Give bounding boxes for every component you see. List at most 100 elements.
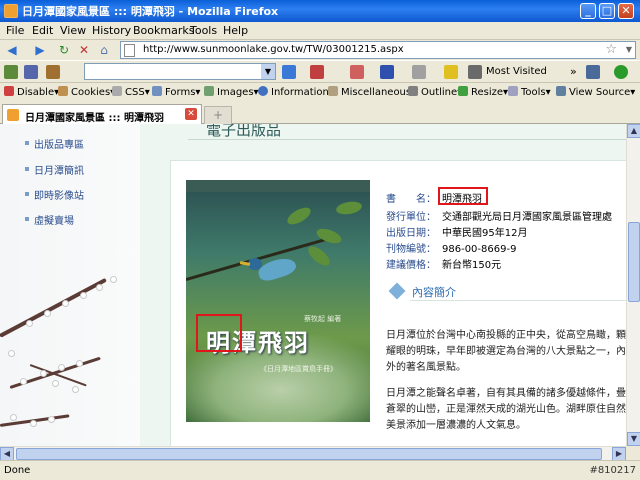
- title-bar: 日月潭國家風景區 ::: 明潭飛羽 - Mozilla Firefox _ □ …: [0, 0, 640, 22]
- reload-icon[interactable]: ↻: [56, 42, 72, 58]
- info-row-date: 出版日期： 中華民國95年12月: [386, 228, 528, 239]
- wrench-icon[interactable]: [586, 65, 600, 79]
- menu-tools[interactable]: Tools: [190, 24, 217, 37]
- address-bar[interactable]: http://www.sunmoonlake.gov.tw/TW/0300121…: [120, 41, 636, 59]
- outline-icon: [408, 86, 418, 96]
- addon-icon[interactable]: [4, 65, 18, 79]
- images-icon: [204, 86, 214, 96]
- cover-subtitle: 《日月潭地區賞鳥手冊》: [260, 365, 337, 373]
- view-source-menu[interactable]: View Source▾: [556, 86, 635, 98]
- most-visited-link[interactable]: Most Visited: [486, 66, 547, 77]
- cover-highlight-box: [196, 314, 242, 352]
- sidebar-item-live-camera[interactable]: 即時影像站: [25, 187, 84, 202]
- notebook-icon[interactable]: [24, 65, 38, 79]
- cookie-icon: [58, 86, 68, 96]
- new-tab-button[interactable]: +: [204, 106, 232, 124]
- close-button[interactable]: ✕: [618, 3, 634, 19]
- resize-icon: [458, 86, 468, 96]
- forms-icon: [152, 86, 162, 96]
- firefox-icon: [4, 4, 18, 18]
- developer-toolbar: Disable▾ Cookies▾ CSS▾ Forms▾ Images▾ In…: [0, 82, 640, 102]
- site-icon: [7, 109, 19, 121]
- maximize-button[interactable]: □: [599, 3, 615, 19]
- information-menu[interactable]: Information▾: [258, 86, 334, 98]
- stop-icon[interactable]: ✕: [76, 42, 92, 58]
- vertical-scroll-thumb[interactable]: [628, 222, 640, 302]
- forms-menu[interactable]: Forms▾: [152, 86, 200, 98]
- menu-bar: File Edit View History Bookmarks Tools H…: [0, 22, 640, 40]
- info-icon: [258, 86, 268, 96]
- star-icon[interactable]: [380, 65, 394, 79]
- scroll-corner: [626, 446, 640, 460]
- menu-history[interactable]: History: [92, 24, 131, 37]
- horizontal-scroll-thumb[interactable]: [16, 448, 602, 460]
- sidebar-item-newsletter[interactable]: 日月潭簡訊: [25, 162, 84, 177]
- watermark-id: #810217: [589, 465, 636, 476]
- url-text: http://www.sunmoonlake.gov.tw/TW/0300121…: [143, 44, 404, 55]
- most-visited-icon: [468, 65, 482, 79]
- vertical-scrollbar[interactable]: ▲ ▼: [626, 124, 640, 446]
- disable-menu[interactable]: Disable▾: [4, 86, 59, 98]
- forward-icon[interactable]: ▶: [32, 42, 48, 58]
- status-dot-icon[interactable]: [614, 65, 628, 79]
- minimize-button[interactable]: _: [580, 3, 596, 19]
- sidebar-item-virtual-store[interactable]: 虛擬賣場: [25, 212, 74, 227]
- scroll-left-icon[interactable]: ◀: [0, 447, 14, 461]
- tools-menu[interactable]: Tools▾: [508, 86, 551, 98]
- minus-icon[interactable]: [412, 65, 426, 79]
- scroll-down-icon[interactable]: ▼: [627, 432, 640, 446]
- tab-label: 日月潭國家風景區 ::: 明潭飛羽: [25, 113, 164, 124]
- title-highlight-box: [438, 187, 488, 205]
- cookies-menu[interactable]: Cookies▾: [58, 86, 115, 98]
- book-cover-image: 蔡牧起 編著 明潭飛羽 《日月潭地區賞鳥手冊》: [186, 180, 370, 422]
- info-row-price: 建議價格： 新台幣150元: [386, 260, 502, 271]
- intro-paragraph-1: 日月潭位於台灣中心南投縣的正中央，從高空鳥瞰，顆耀眼的明珠，早年即被選定為台灣的…: [386, 330, 626, 373]
- extension-icon[interactable]: [46, 65, 60, 79]
- tools-icon: [508, 86, 518, 96]
- bookmarks-toolbar: ▼ Most Visited »: [0, 60, 640, 82]
- menu-view[interactable]: View: [60, 24, 86, 37]
- status-bar: Done #810217: [0, 460, 640, 480]
- tab-bar: 日月潭國家風景區 ::: 明潭飛羽 ✕ +: [0, 102, 640, 124]
- page-icon: [124, 44, 135, 57]
- overflow-chevron[interactable]: »: [570, 65, 577, 78]
- images-menu[interactable]: Images▾: [204, 86, 259, 98]
- search-dropdown-icon[interactable]: ▼: [261, 64, 275, 79]
- navigation-toolbar: ◀ ▶ ↻ ✕ ⌂ http://www.sunmoonlake.gov.tw/…: [0, 40, 640, 60]
- menu-file[interactable]: File: [6, 24, 24, 37]
- info-row-publisher: 發行單位： 交通部觀光局日月潭國家風景區管理處: [386, 212, 612, 223]
- outline-menu[interactable]: Outline▾: [408, 86, 462, 98]
- page-content: 出版品專區 日月潭簡訊 即時影像站 虛擬賣場 電子出版品 蔡牧起 編著 明潭飛羽…: [0, 124, 626, 446]
- google-icon[interactable]: [282, 65, 296, 79]
- section-header: 電子出版品: [188, 124, 626, 140]
- disable-icon: [4, 86, 14, 96]
- content-intro-title: 內容簡介: [412, 286, 456, 299]
- miscellaneous-menu[interactable]: Miscellaneous▾: [328, 86, 416, 98]
- menu-edit[interactable]: Edit: [32, 24, 53, 37]
- intro-paragraph-2: 日月潭之能聲名卓著，自有其具備的諸多優越條件，疊蒼翠的山巒，正是渾然天成的湖光山…: [386, 388, 626, 431]
- view-source-icon: [556, 86, 566, 96]
- resize-menu[interactable]: Resize▾: [458, 86, 508, 98]
- tab-active[interactable]: 日月潭國家風景區 ::: 明潭飛羽 ✕: [2, 104, 202, 124]
- css-menu[interactable]: CSS▾: [112, 86, 150, 98]
- home-icon[interactable]: ⌂: [96, 42, 112, 58]
- info-row-number: 刊物編號： 986-00-8669-9: [386, 244, 517, 255]
- mail-icon[interactable]: [350, 65, 364, 79]
- tool-icon[interactable]: [310, 65, 324, 79]
- search-input[interactable]: ▼: [84, 63, 276, 80]
- dropdown-icon[interactable]: ▼: [626, 45, 632, 54]
- bookmark-star-icon[interactable]: ☆: [605, 42, 617, 57]
- scroll-up-icon[interactable]: ▲: [627, 124, 640, 138]
- sidebar-item-publications[interactable]: 出版品專區: [25, 136, 84, 151]
- scroll-right-icon[interactable]: ▶: [612, 447, 626, 461]
- menu-help[interactable]: Help: [223, 24, 248, 37]
- horizontal-scrollbar[interactable]: ◀ ▶: [0, 446, 626, 461]
- misc-icon: [328, 86, 338, 96]
- menu-bookmarks[interactable]: Bookmarks: [133, 24, 194, 37]
- css-icon: [112, 86, 122, 96]
- back-icon[interactable]: ◀: [4, 42, 20, 58]
- status-text: Done: [4, 465, 31, 476]
- close-tab-icon[interactable]: ✕: [185, 108, 197, 120]
- diamond-icon: [388, 282, 406, 300]
- pencil-icon[interactable]: [444, 65, 458, 79]
